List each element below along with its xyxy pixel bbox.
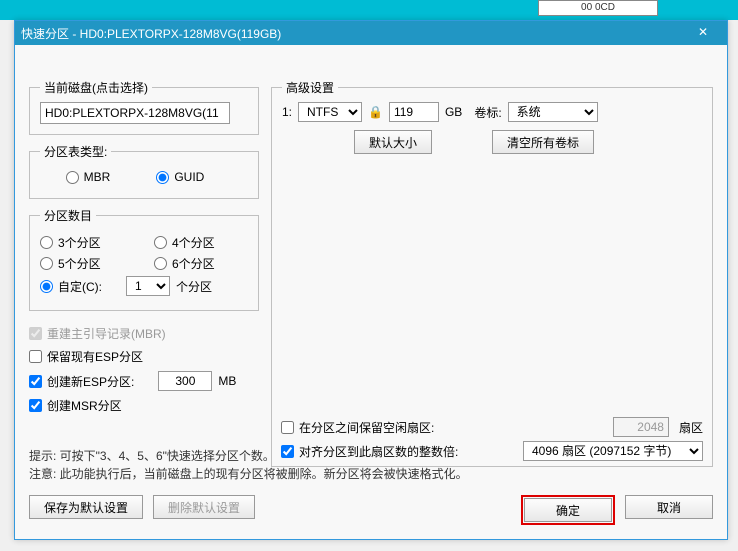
partition-index: 1: (282, 105, 292, 119)
check-keep-esp[interactable]: 保留现有ESP分区 (29, 348, 143, 365)
dialog-title: 快速分区 - HD0:PLEXTORPX-128M8VG(119GB) (21, 25, 685, 42)
volume-label-select[interactable]: 系统 (508, 102, 598, 122)
dialog-content: 当前磁盘(点击选择) HD0:PLEXTORPX-128M8VG(11 分区表类… (15, 45, 727, 539)
button-spacer (265, 495, 511, 525)
size-unit: GB (445, 105, 462, 119)
titlebar: 快速分区 - HD0:PLEXTORPX-128M8VG(119GB) ✕ (15, 21, 727, 45)
dialog-buttons: 保存为默认设置 删除默认设置 确定 取消 (29, 495, 713, 525)
check-msr[interactable]: 创建MSR分区 (29, 397, 122, 414)
gap-sectors-unit: 扇区 (679, 419, 703, 436)
table-type-legend: 分区表类型: (40, 143, 111, 160)
partition-count-group: 分区数目 3个分区 4个分区 5个分区 6个分区 自定(C): 1 个分区 (29, 207, 259, 311)
radio-mbr[interactable]: MBR (66, 170, 111, 184)
checks-group: 重建主引导记录(MBR) 保留现有ESP分区 创建新ESP分区: MB 创建MS… (29, 325, 259, 414)
lock-icon[interactable]: 🔒 (368, 105, 383, 119)
radio-4-partitions[interactable]: 4个分区 (154, 234, 215, 251)
partition-count-legend: 分区数目 (40, 207, 96, 224)
current-disk-value: HD0:PLEXTORPX-128M8VG(11 (45, 106, 219, 120)
advanced-group: 高级设置 1: NTFS 🔒 GB 卷标: 系统 默认大小 清空所有卷标 在分 (271, 79, 713, 467)
radio-5-partitions[interactable]: 5个分区 (40, 255, 130, 272)
hint-text: 提示: 可按下"3、4、5、6"快速选择分区个数。 注意: 此功能执行后，当前磁… (29, 447, 713, 483)
table-type-group: 分区表类型: MBR GUID (29, 143, 259, 199)
close-button[interactable]: ✕ (685, 21, 721, 45)
advanced-legend: 高级设置 (282, 79, 338, 96)
save-default-button[interactable]: 保存为默认设置 (29, 495, 143, 519)
partition-size-input[interactable] (389, 102, 439, 122)
quick-partition-dialog: 快速分区 - HD0:PLEXTORPX-128M8VG(119GB) ✕ 当前… (14, 20, 728, 540)
check-rebuild-mbr: 重建主引导记录(MBR) (29, 325, 166, 342)
esp-size-input[interactable] (158, 371, 212, 391)
clear-labels-button[interactable]: 清空所有卷标 (492, 130, 594, 154)
gap-sectors-input (613, 417, 669, 437)
cancel-button[interactable]: 取消 (625, 495, 713, 519)
delete-default-button: 删除默认设置 (153, 495, 255, 519)
default-size-button[interactable]: 默认大小 (354, 130, 432, 154)
volume-label-label: 卷标: (474, 104, 501, 121)
check-gap-sectors[interactable]: 在分区之间保留空闲扇区: (281, 419, 434, 436)
check-new-esp[interactable]: 创建新ESP分区: (29, 373, 134, 390)
radio-custom-partitions[interactable]: 自定(C): (40, 278, 102, 295)
left-column: 当前磁盘(点击选择) HD0:PLEXTORPX-128M8VG(11 分区表类… (29, 79, 259, 420)
background-disk-label: 00 0CD (538, 0, 658, 16)
radio-3-partitions[interactable]: 3个分区 (40, 234, 130, 251)
radio-6-partitions[interactable]: 6个分区 (154, 255, 215, 272)
current-disk-selector[interactable]: HD0:PLEXTORPX-128M8VG(11 (40, 102, 230, 124)
current-disk-legend: 当前磁盘(点击选择) (40, 79, 152, 96)
current-disk-group: 当前磁盘(点击选择) HD0:PLEXTORPX-128M8VG(11 (29, 79, 259, 135)
hint-line-2: 注意: 此功能执行后，当前磁盘上的现有分区将被删除。新分区将会被快速格式化。 (29, 465, 713, 483)
radio-guid[interactable]: GUID (156, 170, 204, 184)
hint-line-1: 提示: 可按下"3、4、5、6"快速选择分区个数。 (29, 447, 713, 465)
ok-highlight: 确定 (521, 495, 615, 525)
ok-button[interactable]: 确定 (524, 498, 612, 522)
esp-size-unit: MB (218, 374, 236, 388)
custom-count-unit: 个分区 (176, 278, 212, 295)
right-column: 高级设置 1: NTFS 🔒 GB 卷标: 系统 默认大小 清空所有卷标 在分 (271, 79, 713, 475)
filesystem-select[interactable]: NTFS (298, 102, 362, 122)
partition-row-1: 1: NTFS 🔒 GB 卷标: 系统 (282, 102, 702, 122)
custom-count-select[interactable]: 1 (126, 276, 170, 296)
